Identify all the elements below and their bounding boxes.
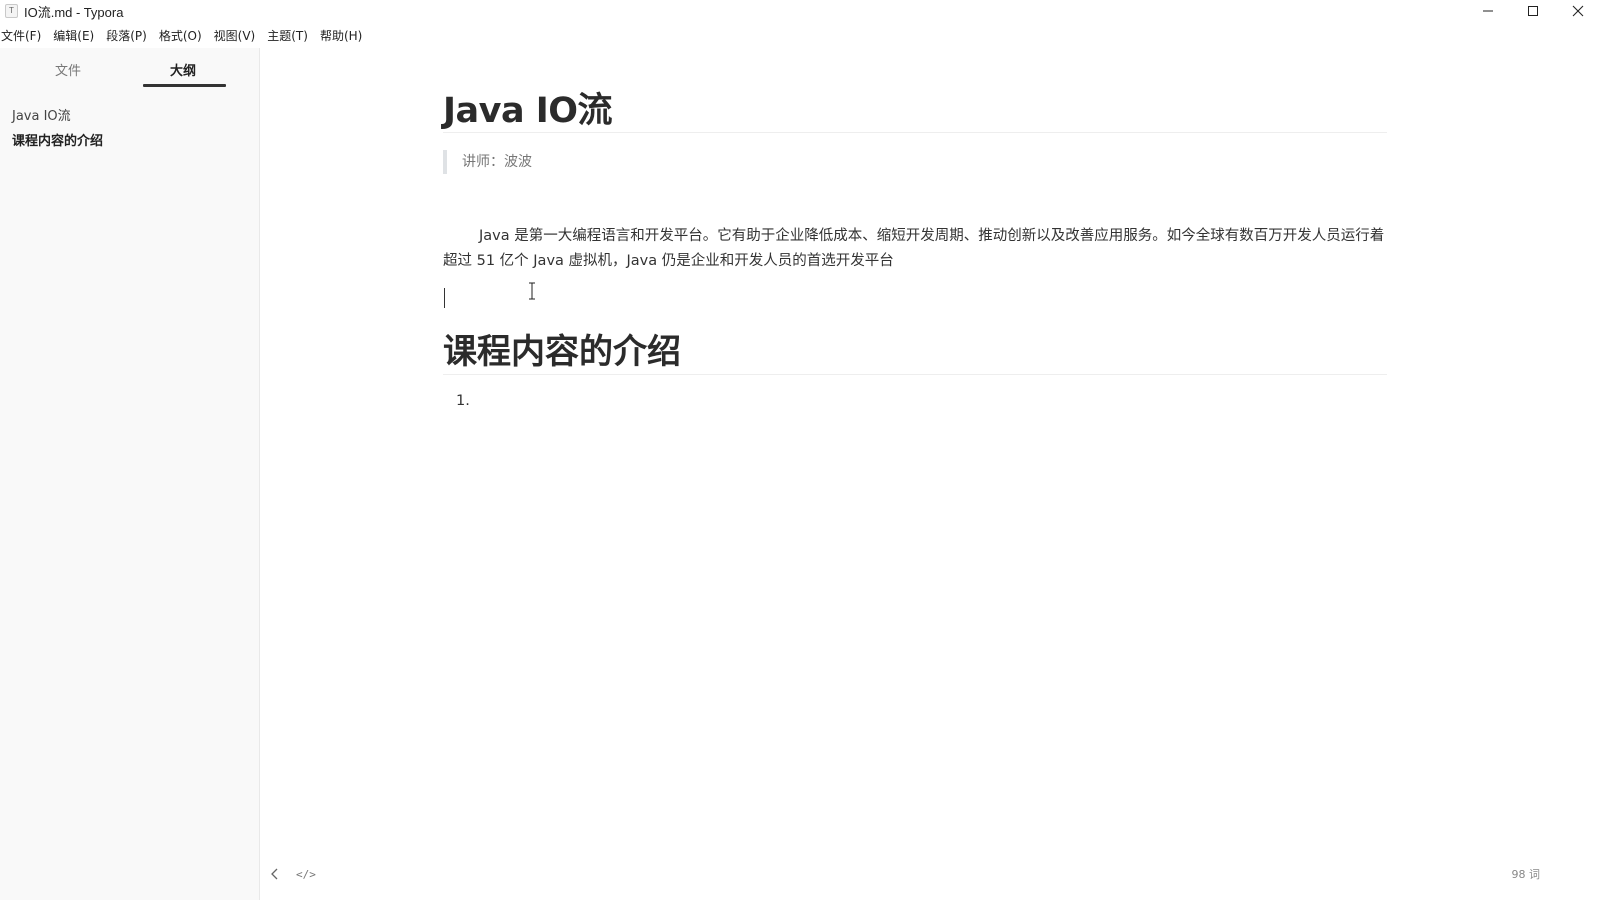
editor-area[interactable]: Java IO流 讲师：波波 Java 是第一大编程语言和开发平台。它有助于企业…	[261, 48, 1600, 900]
outline-list: Java IO流 课程内容的介绍	[12, 104, 103, 154]
lecturer-quote[interactable]: 讲师：波波	[443, 150, 1387, 174]
window-controls	[1465, 0, 1600, 22]
chevron-left-icon	[271, 868, 278, 880]
minimize-icon	[1482, 10, 1493, 12]
ibeam-cursor-icon	[529, 282, 535, 300]
menu-paragraph[interactable]: 段落(P)	[106, 27, 153, 44]
typora-app-icon: T	[5, 4, 18, 18]
title-bar: T IO流.md - Typora	[0, 0, 1600, 22]
outline-item-course-intro[interactable]: 课程内容的介绍	[12, 129, 103, 154]
document-content: Java IO流 讲师：波波 Java 是第一大编程语言和开发平台。它有助于企业…	[443, 88, 1387, 413]
close-button[interactable]	[1555, 0, 1600, 22]
intro-paragraph[interactable]: Java 是第一大编程语言和开发平台。它有助于企业降低成本、缩短开发周期、推动创…	[443, 224, 1387, 274]
tab-files[interactable]: 文件	[55, 60, 81, 79]
window-title: IO流.md - Typora	[24, 4, 124, 20]
minimize-button[interactable]	[1465, 0, 1510, 22]
word-count[interactable]: 98 词	[1512, 866, 1541, 882]
list-marker: 1.	[456, 393, 470, 409]
section-heading[interactable]: 课程内容的介绍	[443, 330, 1387, 374]
menu-file[interactable]: 文件(F)	[0, 27, 47, 44]
menu-bar: 文件(F) 编辑(E) 段落(P) 格式(O) 视图(V) 主题(T) 帮助(H…	[0, 24, 374, 46]
quote-text: 讲师：波波	[462, 154, 532, 170]
toggle-sidebar-button[interactable]	[270, 864, 280, 884]
code-icon: </>	[296, 867, 316, 881]
maximize-button[interactable]	[1510, 0, 1555, 22]
source-code-mode-button[interactable]: </>	[296, 864, 316, 884]
title-divider	[443, 132, 1387, 133]
menu-theme[interactable]: 主题(T)	[267, 27, 314, 44]
sidebar: 文件 大纲 Java IO流 课程内容的介绍	[0, 48, 260, 900]
ordered-list-item[interactable]: 1.	[443, 389, 1387, 413]
active-tab-indicator	[143, 84, 226, 87]
section-divider	[443, 374, 1387, 375]
document-title[interactable]: Java IO流	[443, 88, 1387, 132]
tab-outline[interactable]: 大纲	[170, 60, 196, 79]
menu-format[interactable]: 格式(O)	[159, 27, 208, 44]
text-caret	[444, 288, 445, 308]
empty-paragraph[interactable]	[443, 282, 1387, 310]
sidebar-tabs: 文件 大纲	[0, 48, 259, 90]
menu-edit[interactable]: 编辑(E)	[53, 27, 100, 44]
close-icon	[1572, 5, 1583, 17]
menu-help[interactable]: 帮助(H)	[320, 27, 368, 44]
maximize-icon	[1527, 6, 1538, 16]
status-bar: </> 98 词	[261, 864, 1600, 884]
outline-item-java-io[interactable]: Java IO流	[12, 104, 103, 129]
menu-view[interactable]: 视图(V)	[214, 27, 262, 44]
